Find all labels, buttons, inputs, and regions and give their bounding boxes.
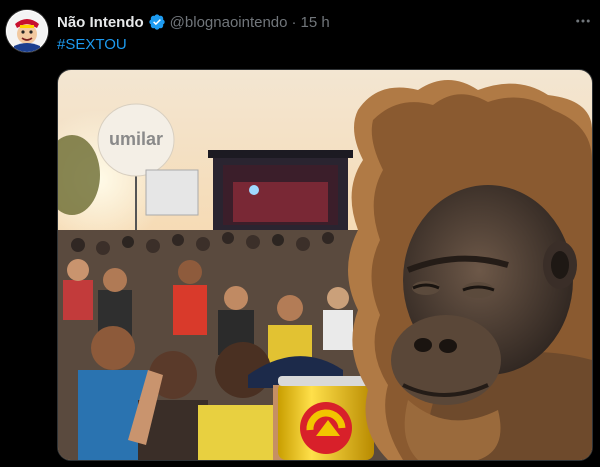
tweet-header: Não Intendo @blognaointendo · 15 h <box>57 11 330 33</box>
hashtag-link[interactable]: #SEXTOU <box>57 36 127 53</box>
tweet-media-image[interactable]: umilar <box>57 69 593 461</box>
meme-image: umilar <box>58 70 592 460</box>
avatar[interactable] <box>6 10 48 52</box>
user-handle[interactable]: @blognaointendo <box>170 14 288 31</box>
display-name[interactable]: Não Intendo <box>57 14 144 31</box>
separator-dot: · <box>291 13 297 31</box>
more-dots-glyph <box>576 19 590 23</box>
tweet-card[interactable]: Não Intendo @blognaointendo · 15 h #SEXT… <box>0 0 600 467</box>
beer-can <box>278 376 374 460</box>
timestamp[interactable]: 15 h <box>301 14 330 31</box>
orangutan-meme <box>348 80 592 460</box>
tweet-text: #SEXTOU <box>57 36 127 53</box>
newsboy-mascot-icon <box>6 10 48 52</box>
balloon-text: umilar <box>109 129 163 149</box>
verified-badge-icon <box>148 14 165 30</box>
more-options-icon[interactable] <box>572 10 594 32</box>
